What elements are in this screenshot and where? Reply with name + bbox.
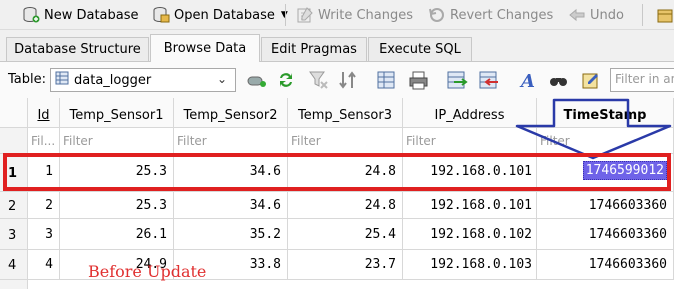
find-icon[interactable] <box>548 70 570 92</box>
row-number[interactable]: 4 <box>0 250 28 280</box>
new-database-label: New Database <box>44 7 139 23</box>
undo-button[interactable]: Undo <box>564 3 628 27</box>
table-toolbar: Table: data_logger ⌄ A Filter in an <box>0 62 674 98</box>
table-cell[interactable]: 25.4 <box>288 219 403 250</box>
row-number[interactable]: 3 <box>0 219 28 250</box>
refresh-link-icon[interactable] <box>246 70 268 92</box>
table-cell[interactable]: 23.7 <box>288 250 403 280</box>
table-cell[interactable]: 24.8 <box>288 192 403 219</box>
table-cell[interactable]: 3 <box>28 219 60 250</box>
row-number-empty <box>0 280 28 289</box>
tab-execute-sql[interactable]: Execute SQL <box>368 37 472 61</box>
table-cell[interactable]: 2 <box>28 192 60 219</box>
open-project-button[interactable] <box>652 3 674 27</box>
table-cell[interactable]: 26.1 <box>60 219 174 250</box>
tab-label: Execute SQL <box>379 42 461 57</box>
column-header-id[interactable]: Id <box>28 98 60 128</box>
table-cell[interactable]: 25.3 <box>60 154 174 192</box>
revert-changes-icon <box>428 6 446 24</box>
table-cell[interactable]: 1746603360 <box>537 250 674 280</box>
selected-table-name: data_logger <box>74 72 152 88</box>
write-changes-label: Write Changes <box>318 7 413 23</box>
tab-edit-pragmas[interactable]: Edit Pragmas <box>261 37 367 61</box>
table-cell[interactable]: 25.3 <box>60 192 174 219</box>
revert-changes-label: Revert Changes <box>450 7 554 23</box>
table-cell[interactable]: 192.168.0.103 <box>403 250 537 280</box>
main-toolbar: New Database Open Database ▼ Write Chang… <box>0 0 674 30</box>
write-changes-button[interactable]: Write Changes <box>292 3 417 27</box>
font-icon[interactable]: A <box>518 70 540 92</box>
delete-record-icon[interactable] <box>478 70 500 92</box>
save-table-icon[interactable] <box>376 70 398 92</box>
undo-label: Undo <box>590 7 624 23</box>
tab-label: Browse Data <box>163 41 247 56</box>
table-cell[interactable]: 192.168.0.101 <box>403 192 537 219</box>
table-cell[interactable]: 34.6 <box>174 154 288 192</box>
svg-text:A: A <box>519 71 535 90</box>
table-select[interactable]: data_logger ⌄ <box>50 68 236 92</box>
tab-browse-data[interactable]: Browse Data <box>150 34 260 62</box>
column-header-temp-sensor3[interactable]: Temp_Sensor3 <box>288 98 403 128</box>
open-database-button[interactable]: Open Database ▼ <box>148 3 292 27</box>
filter-input-temp-sensor3[interactable]: Filter <box>288 128 403 154</box>
sort-icon[interactable] <box>338 70 360 92</box>
table-cell[interactable]: 24.8 <box>288 154 403 192</box>
insert-record-icon[interactable] <box>446 70 468 92</box>
find-replace-icon[interactable] <box>580 70 602 92</box>
selected-timestamp-text[interactable]: 1746599012 <box>582 161 667 180</box>
tab-database-structure[interactable]: Database Structure <box>6 37 149 61</box>
down-arrow-annotation <box>515 98 672 160</box>
table-cell[interactable]: 1746603360 <box>537 219 674 250</box>
toolbar-separator <box>642 4 643 26</box>
corner-cell <box>0 98 28 128</box>
write-changes-icon <box>296 6 314 24</box>
filter-row-header <box>0 128 28 154</box>
new-database-button[interactable]: New Database <box>18 3 143 27</box>
print-icon[interactable] <box>408 70 430 92</box>
toolbar-separator <box>285 4 286 26</box>
tab-label: Database Structure <box>14 42 141 57</box>
tab-bar: Database Structure Browse Data Edit Prag… <box>0 34 674 62</box>
filter-input-temp-sensor2[interactable]: Filter <box>174 128 288 154</box>
table-grid-icon <box>55 71 69 89</box>
filter-input-id[interactable]: Fil... <box>28 128 60 154</box>
table-label: Table: <box>8 72 46 87</box>
tab-label: Edit Pragmas <box>271 42 357 57</box>
table-cell[interactable]: 1746603360 <box>537 192 674 219</box>
table-cell[interactable]: 192.168.0.102 <box>403 219 537 250</box>
table-cell[interactable]: 1 <box>28 154 60 192</box>
chevron-down-icon: ⌄ <box>216 72 227 86</box>
open-database-icon <box>152 6 170 24</box>
before-update-note: Before Update <box>88 262 207 281</box>
filter-all-input[interactable]: Filter in an <box>610 68 674 92</box>
filter-input-temp-sensor1[interactable]: Filter <box>60 128 174 154</box>
table-cell[interactable]: 35.2 <box>174 219 288 250</box>
row-number[interactable]: 2 <box>0 192 28 219</box>
undo-icon <box>568 6 586 24</box>
new-database-icon <box>22 6 40 24</box>
revert-changes-button[interactable]: Revert Changes <box>424 3 557 27</box>
open-database-label: Open Database <box>174 7 275 23</box>
refresh-icon[interactable] <box>276 70 298 92</box>
package-icon <box>656 6 674 24</box>
table-cell[interactable]: 4 <box>28 250 60 280</box>
row-number[interactable]: 1 <box>0 154 28 192</box>
clear-filters-icon[interactable] <box>308 70 330 92</box>
column-header-temp-sensor2[interactable]: Temp_Sensor2 <box>174 98 288 128</box>
table-cell[interactable]: 34.6 <box>174 192 288 219</box>
column-header-temp-sensor1[interactable]: Temp_Sensor1 <box>60 98 174 128</box>
